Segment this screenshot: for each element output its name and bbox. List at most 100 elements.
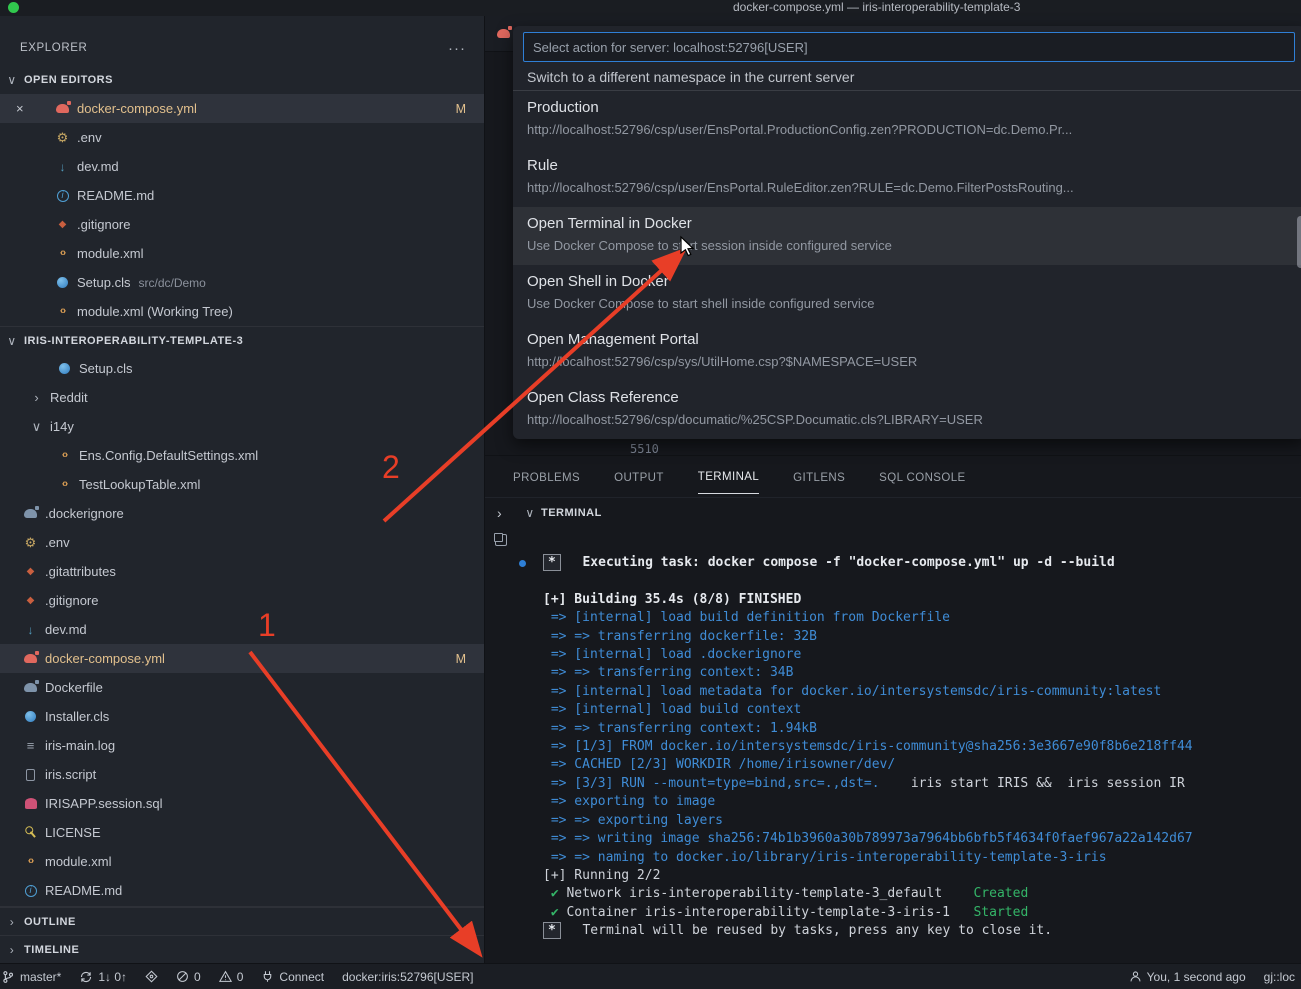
open-editor-item[interactable]: ‹›module.xml (Working Tree) xyxy=(0,297,484,326)
terminal-line: => [1/3] FROM docker.io/intersystemsdc/i… xyxy=(543,738,1301,756)
terminal-line: => => exporting layers xyxy=(543,812,1301,830)
timeline-section-header[interactable]: › TIMELINE xyxy=(0,935,484,963)
macos-window-button[interactable] xyxy=(8,2,19,13)
terminal-view-dropdown[interactable]: ∨ TERMINAL xyxy=(523,506,602,520)
person-icon xyxy=(1129,970,1142,983)
quickpick-item-rule[interactable]: Rulehttp://localhost:52796/csp/user/EnsP… xyxy=(513,149,1301,207)
file-name: iris-main.log xyxy=(45,738,115,753)
server-actions-quickpick: Select action for server: localhost:5279… xyxy=(513,26,1301,439)
terminal-line: * Terminal will be reused by tasks, pres… xyxy=(543,922,1301,940)
command-decoration-dot xyxy=(519,560,526,567)
timeline-label: TIMELINE xyxy=(24,944,79,956)
open-editors-label: OPEN EDITORS xyxy=(24,74,113,86)
class-file-icon xyxy=(54,277,71,288)
tree-file[interactable]: iris.script xyxy=(0,760,484,789)
open-editors-section-header[interactable]: ∨ OPEN EDITORS xyxy=(0,66,484,94)
open-editor-item[interactable]: iREADME.md xyxy=(0,181,484,210)
status-line-blame[interactable]: You, 1 second ago xyxy=(1129,970,1246,984)
open-editor-item[interactable]: ↓dev.md xyxy=(0,152,484,181)
panel-tab-terminal[interactable]: TERMINAL xyxy=(698,459,759,494)
scrollbar-thumb[interactable] xyxy=(1297,216,1301,268)
quickpick-item-label: Open Terminal in Docker xyxy=(527,213,1291,235)
open-editor-item[interactable]: ⚙.env xyxy=(0,123,484,152)
status-gj-locate[interactable]: gj::loc xyxy=(1264,970,1295,984)
class-file-icon xyxy=(56,363,73,374)
status-iris-server[interactable]: docker:iris:52796[USER] xyxy=(342,970,473,984)
status-sql-connect[interactable]: Connect xyxy=(261,970,324,984)
open-editors-list: ×docker-compose.ymlM⚙.env↓dev.mdiREADME.… xyxy=(0,94,484,326)
tree-file[interactable]: docker-compose.ymlM xyxy=(0,644,484,673)
status-errors[interactable]: 0 xyxy=(176,970,201,984)
chevron-right-icon: › xyxy=(5,915,19,929)
quickpick-item-open-shell-in-docker[interactable]: Open Shell in DockerUse Docker Compose t… xyxy=(513,265,1301,323)
terminal-line: => exporting to image xyxy=(543,793,1301,811)
tree-file[interactable]: ≡iris-main.log xyxy=(0,731,484,760)
chevron-right-icon[interactable]: › xyxy=(497,505,502,521)
panel-tab-problems[interactable]: PROBLEMS xyxy=(513,460,580,494)
terminal-line: => [internal] load .dockerignore xyxy=(543,646,1301,664)
tree-file[interactable]: ⚙ .env xyxy=(0,528,484,557)
status-gitlens[interactable] xyxy=(145,970,158,983)
status-git-branch[interactable]: master* xyxy=(1,970,61,984)
gear-icon: ⚙ xyxy=(22,536,39,549)
tree-file[interactable]: IRISAPP.session.sql xyxy=(0,789,484,818)
tree-file[interactable]: ‹›TestLookupTable.xml xyxy=(0,470,484,499)
quickpick-item-open-class-reference[interactable]: Open Class Referencehttp://localhost:527… xyxy=(513,381,1301,439)
open-editor-item[interactable]: ◆.gitignore xyxy=(0,210,484,239)
class-file-icon xyxy=(22,711,39,722)
tree-folder[interactable]: ›Reddit xyxy=(0,383,484,412)
more-actions-icon[interactable]: ··· xyxy=(448,40,466,57)
status-sync-changes[interactable]: 1↓ 0↑ xyxy=(79,970,127,984)
quickpick-input[interactable]: Select action for server: localhost:5279… xyxy=(523,32,1295,62)
outline-label: OUTLINE xyxy=(24,916,76,928)
file-name: .env xyxy=(45,535,70,550)
tree-file[interactable]: Setup.cls xyxy=(0,354,484,383)
tree-file[interactable]: LICENSE xyxy=(0,818,484,847)
tree-file[interactable]: ‹›Ens.Config.DefaultSettings.xml xyxy=(0,441,484,470)
markdown-icon: ↓ xyxy=(54,161,71,173)
terminal-output[interactable]: * Executing task: docker compose -f "doc… xyxy=(485,528,1301,963)
panel-tab-output[interactable]: OUTPUT xyxy=(614,460,664,494)
file-name: Reddit xyxy=(50,390,88,405)
workspace-section-header[interactable]: ∨ IRIS-INTEROPERABILITY-TEMPLATE-3 xyxy=(0,326,484,354)
quickpick-item-label: Open Shell in Docker xyxy=(527,271,1291,293)
open-editor-item[interactable]: Setup.clssrc/dc/Demo xyxy=(0,268,484,297)
file-path: src/dc/Demo xyxy=(138,276,205,290)
status-bar: master* 1↓ 0↑ 0 0 Connect docker:iris:52796[U… xyxy=(0,963,1301,989)
tree-file[interactable]: Installer.cls xyxy=(0,702,484,731)
quickpick-item-open-management-portal[interactable]: Open Management Portalhttp://localhost:5… xyxy=(513,323,1301,381)
tree-file[interactable]: .dockerignore xyxy=(0,499,484,528)
open-editor-item[interactable]: ‹›module.xml xyxy=(0,239,484,268)
tree-file[interactable]: ◆.gitignore xyxy=(0,586,484,615)
outline-section-header[interactable]: › OUTLINE xyxy=(0,907,484,935)
file-name: LICENSE xyxy=(45,825,101,840)
window-title: docker-compose.yml — iris-interoperabili… xyxy=(733,0,1020,15)
xml-code-icon: ‹› xyxy=(22,856,39,867)
docker-whale-icon xyxy=(495,29,512,38)
panel-subheader: › ∨ TERMINAL xyxy=(485,498,1301,528)
terminal-line: ✔ Container iris-interoperability-templa… xyxy=(543,904,1301,922)
terminal-line: => [internal] load build definition from… xyxy=(543,609,1301,627)
file-name: .gitignore xyxy=(77,217,130,232)
tree-folder[interactable]: ∨i14y xyxy=(0,412,484,441)
terminal-line: => => transferring context: 1.94kB xyxy=(543,720,1301,738)
close-icon[interactable]: × xyxy=(16,101,24,116)
open-editor-item[interactable]: ×docker-compose.ymlM xyxy=(0,94,484,123)
tree-file[interactable]: ◆.gitattributes xyxy=(0,557,484,586)
tree-file[interactable]: ↓dev.md xyxy=(0,615,484,644)
file-name: TestLookupTable.xml xyxy=(79,477,200,492)
tree-file[interactable]: ‹›module.xml xyxy=(0,847,484,876)
panel-tab-gitlens[interactable]: GITLENS xyxy=(793,460,845,494)
quickpick-item-open-terminal-in-docker[interactable]: Open Terminal in DockerUse Docker Compos… xyxy=(513,207,1301,265)
tree-file[interactable]: Dockerfile xyxy=(0,673,484,702)
tree-file[interactable]: iREADME.md xyxy=(0,876,484,905)
warning-icon xyxy=(219,970,232,983)
status-warnings[interactable]: 0 xyxy=(219,970,244,984)
plug-icon xyxy=(261,970,274,983)
file-name: Ens.Config.DefaultSettings.xml xyxy=(79,448,258,463)
file-name: .dockerignore xyxy=(45,506,124,521)
panel-tab-sql-console[interactable]: SQL CONSOLE xyxy=(879,460,965,494)
quickpick-item-partial[interactable]: Switch to a different namespace in the c… xyxy=(513,66,1301,90)
quickpick-item-production[interactable]: Productionhttp://localhost:52796/csp/use… xyxy=(513,91,1301,149)
terminal-windows-icon[interactable] xyxy=(494,533,507,546)
